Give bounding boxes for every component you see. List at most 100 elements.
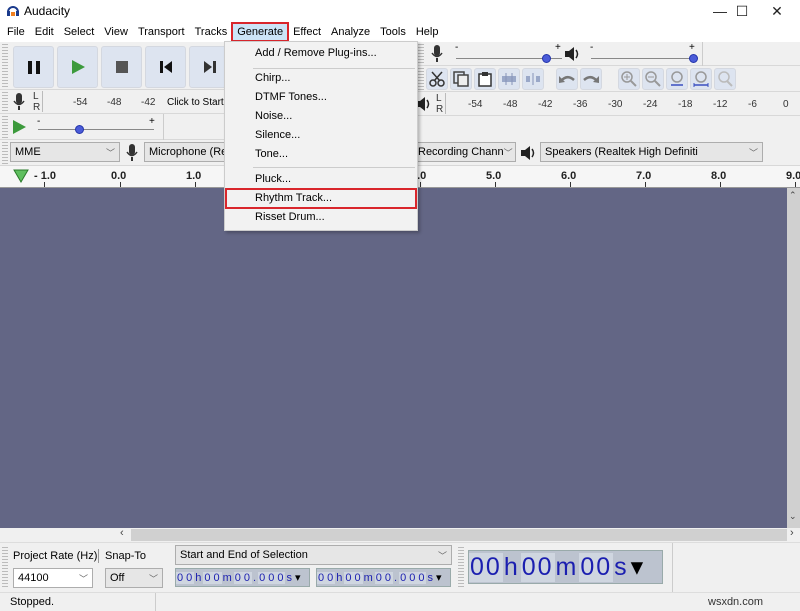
paste-button[interactable] <box>474 68 496 90</box>
selection-end-time[interactable]: 0 0 h 0 0 m 0 0. 0 0 0 s ▾ <box>316 568 451 587</box>
speed-slider-track[interactable] <box>38 129 154 130</box>
selection-start-time[interactable]: 0 0 h 0 0 m 0 0. 0 0 0 s ▾ <box>175 568 310 587</box>
toolbar-grip[interactable] <box>2 44 8 88</box>
menu-item-noise[interactable]: Noise... <box>226 107 416 126</box>
recording-channels-select[interactable]: Recording Chann ﹀ <box>414 142 516 162</box>
fit-selection-button[interactable] <box>666 68 688 90</box>
play-button[interactable] <box>57 46 98 88</box>
vertical-scrollbar[interactable]: ⌃ ⌄ <box>787 188 800 528</box>
divider <box>98 549 99 563</box>
stop-button[interactable] <box>101 46 142 88</box>
menu-item-silence[interactable]: Silence... <box>226 126 416 145</box>
time-format-dropdown-icon[interactable]: ▾ <box>630 552 647 582</box>
menu-select[interactable]: Select <box>59 23 100 41</box>
time-display[interactable]: 00 h 00 m 00 s ▾ <box>468 550 663 584</box>
zoom-toggle-button[interactable] <box>714 68 736 90</box>
redo-button[interactable] <box>580 68 602 90</box>
time-format-dropdown-icon[interactable]: ▾ <box>435 571 444 584</box>
ruler-tick-label: 8.0 <box>711 170 727 182</box>
recording-volume-thumb[interactable] <box>542 54 552 63</box>
close-button[interactable]: ✕ <box>754 0 800 22</box>
time-digit: 0 <box>326 571 336 584</box>
menu-tools[interactable]: Tools <box>375 23 411 41</box>
scroll-right-icon[interactable]: › <box>790 527 794 539</box>
playback-volume-slider[interactable] <box>591 58 693 59</box>
meter-tick-label: -18 <box>678 99 693 110</box>
meter-tick-label: -6 <box>748 99 757 110</box>
menu-item-pluck[interactable]: Pluck... <box>226 170 416 189</box>
snap-to-select[interactable]: Off ﹀ <box>105 568 163 588</box>
toolbar-grip[interactable] <box>2 547 8 589</box>
project-rate-label: Project Rate (Hz) <box>13 550 98 562</box>
time-digit: 0 <box>233 571 243 584</box>
menu-edit[interactable]: Edit <box>30 23 59 41</box>
project-rate-value: 44100 <box>18 572 49 584</box>
pause-icon <box>27 61 40 74</box>
time-digit: m <box>363 571 374 584</box>
microphone-icon <box>431 45 443 62</box>
toolbar-grip[interactable] <box>2 116 8 138</box>
cut-button[interactable] <box>426 68 448 90</box>
trim-button[interactable] <box>498 68 520 90</box>
toolbar-grip[interactable] <box>418 44 424 64</box>
recording-meter-hint[interactable]: Click to Start I <box>167 97 225 108</box>
zoom-out-button[interactable] <box>642 68 664 90</box>
close-icon: ✕ <box>771 2 783 19</box>
menu-file[interactable]: File <box>2 23 30 41</box>
copy-button[interactable] <box>450 68 472 90</box>
toolbar-grip[interactable] <box>458 547 464 589</box>
time-digit: 00 <box>469 552 503 582</box>
scroll-down-icon[interactable]: ⌄ <box>789 511 797 522</box>
recording-meter[interactable]: -54 -48 -42 <box>42 91 162 112</box>
project-rate-select[interactable]: 44100 ﹀ <box>13 568 93 588</box>
zoom-in-button[interactable] <box>618 68 640 90</box>
undo-icon <box>559 76 575 83</box>
menu-view[interactable]: View <box>99 23 133 41</box>
menu-analyze[interactable]: Analyze <box>326 23 375 41</box>
time-digit: 0 <box>374 571 384 584</box>
time-digit: 0 <box>353 571 363 584</box>
toolbar-grip[interactable] <box>2 92 8 112</box>
undo-button[interactable] <box>556 68 578 90</box>
menu-effect[interactable]: Effect <box>288 23 326 41</box>
menu-item-chirp[interactable]: Chirp... <box>226 69 416 88</box>
menu-transport[interactable]: Transport <box>133 23 190 41</box>
silence-audio-icon <box>526 73 540 85</box>
menu-help[interactable]: Help <box>411 23 444 41</box>
chevron-down-icon: ﹀ <box>437 550 447 561</box>
menu-generate[interactable]: Generate <box>231 22 290 42</box>
horizontal-scrollbar[interactable] <box>131 529 787 541</box>
ruler-tick <box>645 182 646 187</box>
toolbar-grip[interactable] <box>418 68 424 90</box>
speed-slider-thumb[interactable] <box>74 125 84 134</box>
ruler-tick-label: 0.0 <box>111 170 127 182</box>
playback-meter[interactable]: -54 -48 -42 -36 -30 -24 -18 -12 -6 0 <box>445 93 797 114</box>
track-area[interactable] <box>0 188 787 528</box>
menu-item-rhythm-track[interactable]: Rhythm Track... <box>225 188 417 209</box>
meter-tick-label: -42 <box>141 97 156 108</box>
playback-volume-thumb[interactable] <box>689 54 698 63</box>
silence-button[interactable] <box>522 68 544 90</box>
menu-item-dtmf-tones[interactable]: DTMF Tones... <box>226 88 416 107</box>
scroll-left-icon[interactable]: ‹ <box>120 527 124 539</box>
menu-item-tone[interactable]: Tone... <box>226 145 416 164</box>
fit-project-button[interactable] <box>690 68 712 90</box>
horizontal-scrollbar-area: ‹ › <box>0 527 800 542</box>
menu-tracks[interactable]: Tracks <box>190 23 233 41</box>
play-head-icon[interactable] <box>13 169 29 183</box>
toolbar-grip[interactable] <box>2 142 8 164</box>
scroll-up-icon[interactable]: ⌃ <box>789 190 797 201</box>
menu-item-risset-drum[interactable]: Risset Drum... <box>226 208 416 227</box>
pause-button[interactable] <box>13 46 54 88</box>
time-format-dropdown-icon[interactable]: ▾ <box>294 571 303 584</box>
selection-mode-select[interactable]: Start and End of Selection ﹀ <box>175 545 452 565</box>
edit-toolbar <box>418 66 800 92</box>
audio-host-select[interactable]: MME ﹀ <box>10 142 120 162</box>
microphone-icon[interactable] <box>12 93 26 111</box>
menu-item-add-remove-plugins[interactable]: Add / Remove Plug-ins... <box>226 44 416 63</box>
play-at-speed-button[interactable] <box>9 117 31 137</box>
playback-device-select[interactable]: Speakers (Realtek High Definiti ﹀ <box>540 142 763 162</box>
skip-to-start-button[interactable] <box>145 46 186 88</box>
left-channel-label: L <box>33 91 39 102</box>
time-digit: 00 <box>579 552 614 582</box>
